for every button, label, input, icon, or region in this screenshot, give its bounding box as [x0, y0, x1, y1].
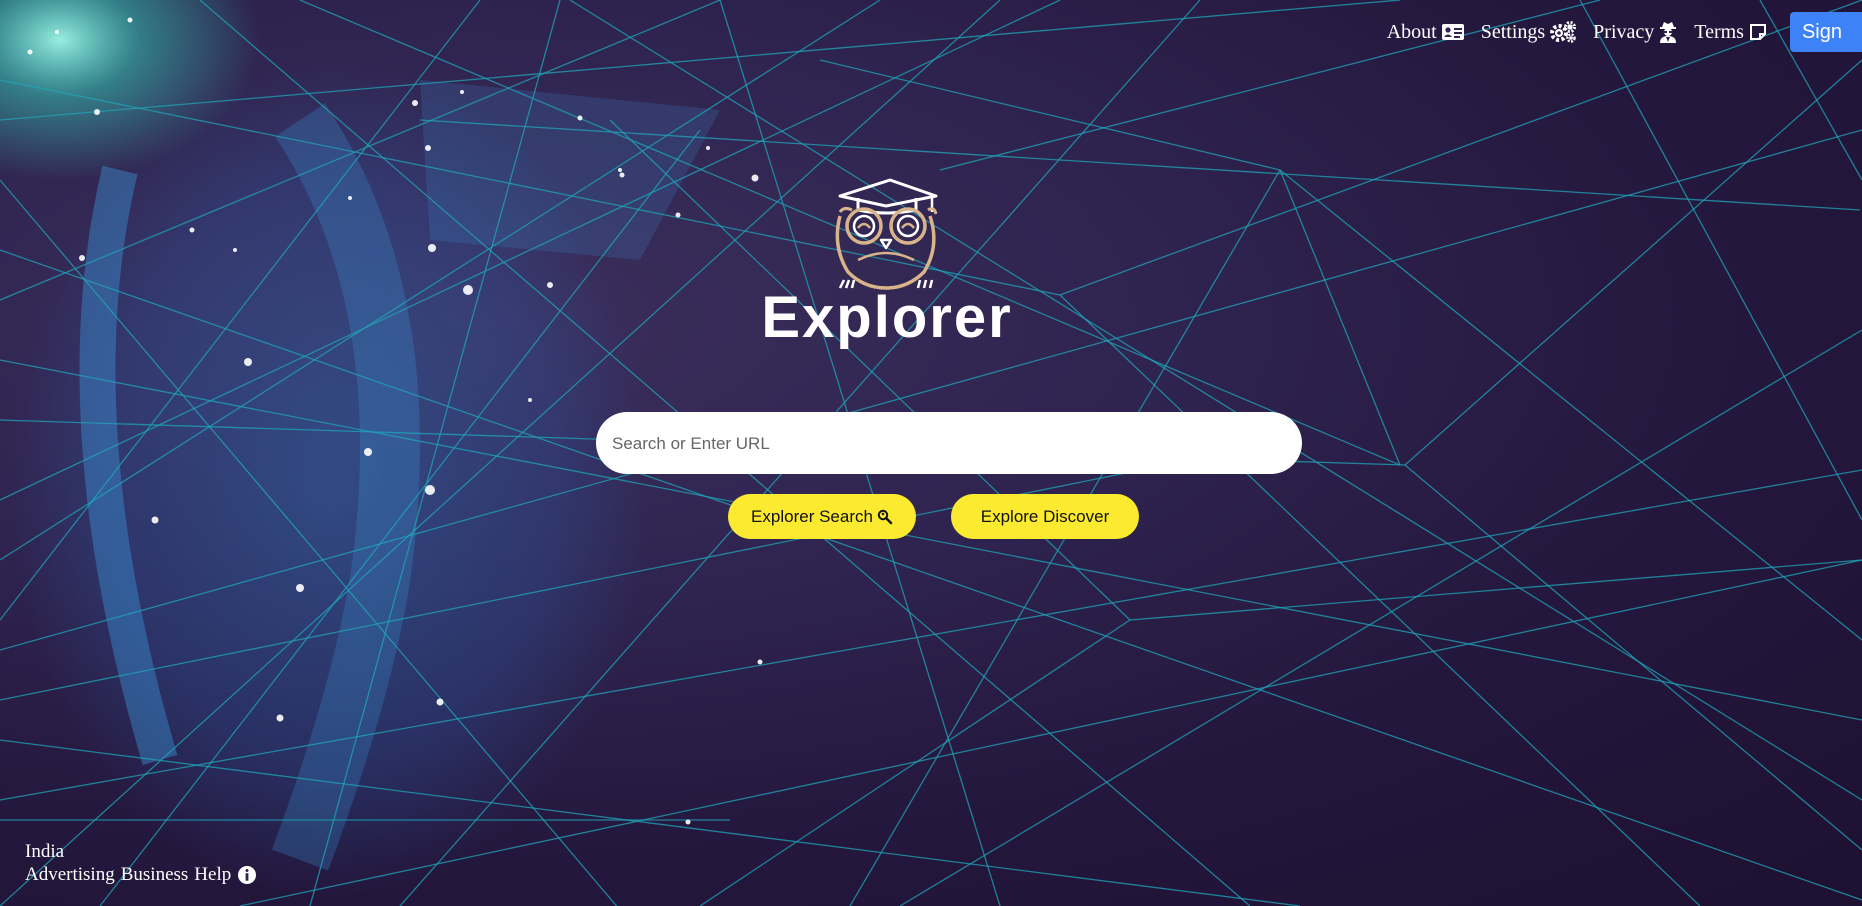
nav-privacy[interactable]: Privacy — [1593, 21, 1678, 44]
nav-about[interactable]: About — [1387, 21, 1465, 44]
explorer-logo: Explorer — [712, 176, 1062, 356]
user-secret-icon — [1660, 22, 1677, 43]
footer-links: Advertising Business Help — [25, 863, 257, 886]
magnifier-icon — [877, 509, 893, 524]
nav-settings-label: Settings — [1480, 20, 1546, 43]
footer-business-link[interactable]: Business — [121, 863, 189, 886]
gears-icon — [1550, 21, 1577, 43]
footer-advertising-link[interactable]: Advertising — [25, 863, 115, 886]
explorer-search-label: Explorer Search — [751, 506, 873, 526]
search-bar[interactable] — [596, 412, 1302, 476]
sign-in-button[interactable]: Sign — [1789, 12, 1862, 52]
top-navigation: About Settings Privacy Terms Sign — [1387, 12, 1862, 52]
footer-country: India — [25, 841, 65, 862]
search-input[interactable] — [610, 412, 1292, 476]
nav-terms[interactable]: Terms — [1694, 21, 1768, 44]
footer-help-link[interactable]: Help — [194, 863, 231, 886]
id-card-icon — [1441, 24, 1464, 40]
explorer-search-button[interactable]: Explorer Search — [728, 494, 916, 539]
sticky-note-icon — [1749, 24, 1766, 40]
nav-privacy-label: Privacy — [1593, 20, 1655, 43]
nav-terms-label: Terms — [1694, 20, 1744, 43]
nav-settings[interactable]: Settings — [1481, 21, 1577, 44]
info-circle-icon[interactable] — [237, 865, 257, 885]
explore-discover-button[interactable]: Explore Discover — [951, 494, 1139, 539]
explore-discover-label: Explore Discover — [980, 506, 1110, 526]
footer: India Advertising Business Help — [25, 840, 257, 886]
owl-mascot-icon — [835, 178, 938, 290]
nav-about-label: About — [1386, 20, 1437, 43]
logo-text: Explorer — [761, 285, 1013, 350]
